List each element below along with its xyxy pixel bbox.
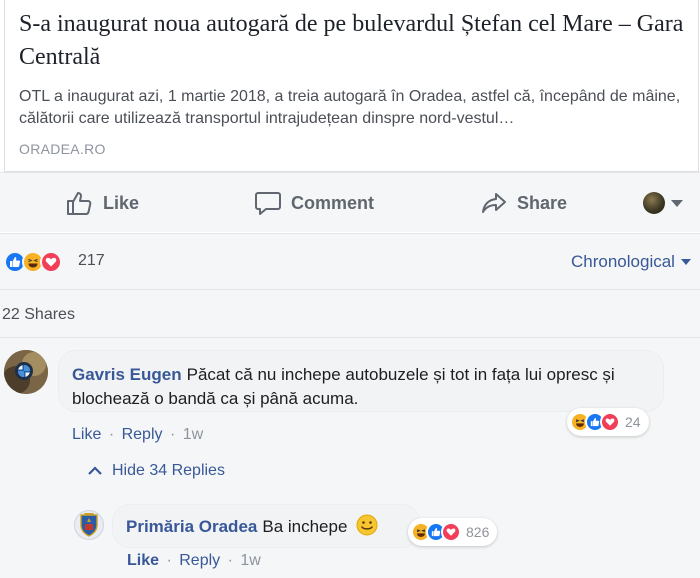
comment-reply-link[interactable]: Reply (122, 426, 163, 443)
link-preview-card[interactable]: S-a inaugurat noua autogară de pe buleva… (4, 0, 699, 172)
smiley-face-icon (356, 514, 378, 536)
hide-replies-label: Hide 34 Replies (112, 462, 225, 479)
thumbs-up-icon (67, 192, 92, 215)
reply-body: Primăria Oradea Ba inchepe (126, 514, 416, 539)
shares-row: 22 Shares (0, 289, 700, 337)
reaction-count[interactable]: 217 (78, 252, 105, 270)
post-action-bar: Like Comment Share (0, 172, 700, 232)
comment-author[interactable]: Gavris Eugen (72, 365, 182, 384)
comments-section: Gavris Eugen Păcat că nu inchepe autobuze… (0, 337, 700, 578)
chevron-down-icon (680, 259, 691, 265)
reply-reaction-count: 826 (466, 524, 490, 540)
avatar (643, 192, 665, 214)
comment-timestamp[interactable]: 1w (183, 426, 203, 443)
chevron-down-icon (671, 199, 683, 207)
comment-button-label: Comment (291, 192, 375, 213)
link-description: OTL a inaugurat azi, 1 martie 2018, a tr… (19, 88, 681, 127)
coat-of-arms-icon (80, 513, 98, 537)
comment-body: Gavris Eugen Păcat că nu inchepe autobuze… (72, 363, 652, 411)
share-button[interactable]: Share (480, 188, 567, 218)
comment-reactions[interactable]: 24 (567, 408, 649, 436)
reply-like-link[interactable]: Like (127, 552, 159, 569)
link-domain: ORADEA.RO (19, 141, 106, 157)
link-title[interactable]: S-a inaugurat noua autogară de pe buleva… (19, 8, 689, 74)
reactions-summary-row: 217 Chronological (0, 233, 700, 289)
reply-reactions[interactable]: 826 (408, 518, 498, 546)
share-button-label: Share (517, 192, 568, 213)
reply-reply-link[interactable]: Reply (179, 552, 220, 569)
love-reaction-icon (600, 412, 620, 432)
comment-sort-dropdown[interactable]: Chronological (571, 252, 691, 272)
hide-replies-link[interactable]: Hide 34 Replies (88, 462, 225, 480)
reply-timestamp[interactable]: 1w (240, 552, 260, 569)
reply-bubble: Primăria Oradea Ba inchepe (112, 504, 420, 548)
share-arrow-icon (482, 193, 506, 213)
reply-author[interactable]: Primăria Oradea (126, 517, 257, 536)
chevron-up-icon (88, 466, 102, 475)
comment-like-link[interactable]: Like (72, 426, 101, 443)
reaction-icons[interactable] (4, 251, 62, 273)
like-button[interactable]: Like (66, 188, 139, 218)
like-button-label: Like (103, 192, 140, 213)
comment-bubble-icon (255, 192, 281, 215)
avatar[interactable] (74, 510, 104, 540)
love-reaction-icon (40, 251, 62, 273)
shares-count-link[interactable]: 22 Shares (2, 306, 75, 324)
avatar[interactable] (4, 350, 48, 394)
comment-sort-label: Chronological (571, 252, 675, 271)
post-as-selector[interactable] (643, 192, 683, 214)
comment-bubble: Gavris Eugen Păcat că nu inchepe autobuze… (58, 350, 664, 412)
comment-button[interactable]: Comment (254, 188, 374, 218)
love-reaction-icon (441, 522, 461, 542)
reply-text: Ba inchepe (262, 517, 348, 536)
comment-reaction-count: 24 (625, 414, 641, 430)
comment-meta: Like · Reply · 1w (72, 426, 204, 443)
reply-meta: Like · Reply · 1w (127, 552, 261, 569)
